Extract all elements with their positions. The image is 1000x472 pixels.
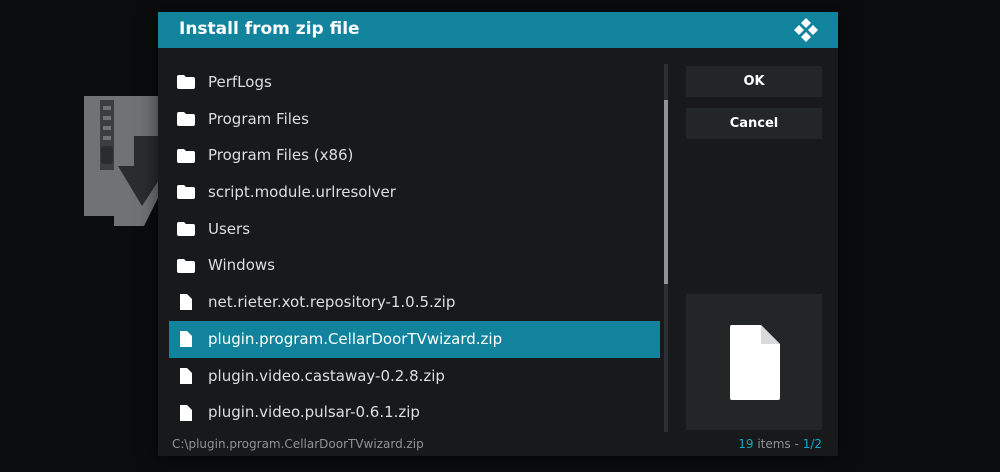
install-from-zip-dialog: Install from zip file PerfLogs Program F…	[158, 12, 838, 456]
scrollbar-thumb[interactable]	[664, 100, 668, 284]
list-item-label: plugin.video.pulsar-0.6.1.zip	[208, 403, 420, 422]
dialog-title: Install from zip file	[179, 19, 360, 39]
list-item-label: plugin.program.CellarDoorTVwizard.zip	[208, 329, 503, 348]
kodi-logo-icon	[794, 18, 818, 42]
list-item-label: Program Files (x86)	[208, 146, 354, 165]
file-preview-panel	[686, 294, 822, 430]
list-item-folder[interactable]: script.module.urlresolver	[169, 174, 660, 211]
list-item-label: Windows	[208, 256, 275, 275]
folder-icon	[177, 75, 195, 90]
ok-button[interactable]: OK	[686, 66, 822, 97]
folder-icon	[177, 258, 195, 273]
list-item-file[interactable]: plugin.video.castaway-0.2.8.zip	[169, 358, 660, 395]
list-item-folder[interactable]: Program Files (x86)	[169, 137, 660, 174]
file-icon	[180, 294, 192, 311]
folder-icon	[177, 148, 195, 163]
items-count: 19 items - 1/2	[738, 437, 822, 451]
file-list: PerfLogs Program Files Program Files (x8…	[169, 64, 660, 432]
list-item-folder[interactable]: Program Files	[169, 101, 660, 138]
list-item-label: PerfLogs	[208, 73, 272, 91]
dialog-header: Install from zip file	[158, 12, 838, 48]
list-item-label: plugin.video.castaway-0.2.8.zip	[208, 366, 445, 385]
list-item-label: Users	[208, 219, 251, 238]
list-item-label: Program Files	[208, 109, 309, 128]
selected-file-path: C:\plugin.program.CellarDoorTVwizard.zip	[172, 437, 424, 451]
folder-icon	[177, 185, 195, 200]
items-count-number: 19	[738, 437, 754, 451]
cancel-button[interactable]: Cancel	[686, 108, 822, 139]
file-icon	[730, 325, 780, 400]
list-item-folder[interactable]: Users	[169, 211, 660, 248]
list-item-label: script.module.urlresolver	[208, 183, 396, 202]
page-indicator: 1/2	[802, 437, 822, 451]
list-scrollbar[interactable]	[664, 64, 668, 432]
list-item-folder[interactable]: PerfLogs	[169, 64, 660, 101]
list-item-file[interactable]: plugin.video.pulsar-0.6.1.zip	[169, 394, 660, 431]
file-icon	[180, 331, 192, 348]
list-item-folder[interactable]: Windows	[169, 247, 660, 284]
list-item-file[interactable]: net.rieter.xot.repository-1.0.5.zip	[169, 284, 660, 321]
items-word: items	[757, 437, 791, 451]
file-icon	[180, 367, 192, 384]
file-icon	[180, 404, 192, 421]
list-item-file-selected[interactable]: plugin.program.CellarDoorTVwizard.zip	[169, 320, 660, 358]
items-separator: -	[794, 437, 799, 451]
folder-icon	[177, 112, 195, 127]
list-item-label: net.rieter.xot.repository-1.0.5.zip	[208, 293, 456, 312]
folder-icon	[177, 222, 195, 237]
